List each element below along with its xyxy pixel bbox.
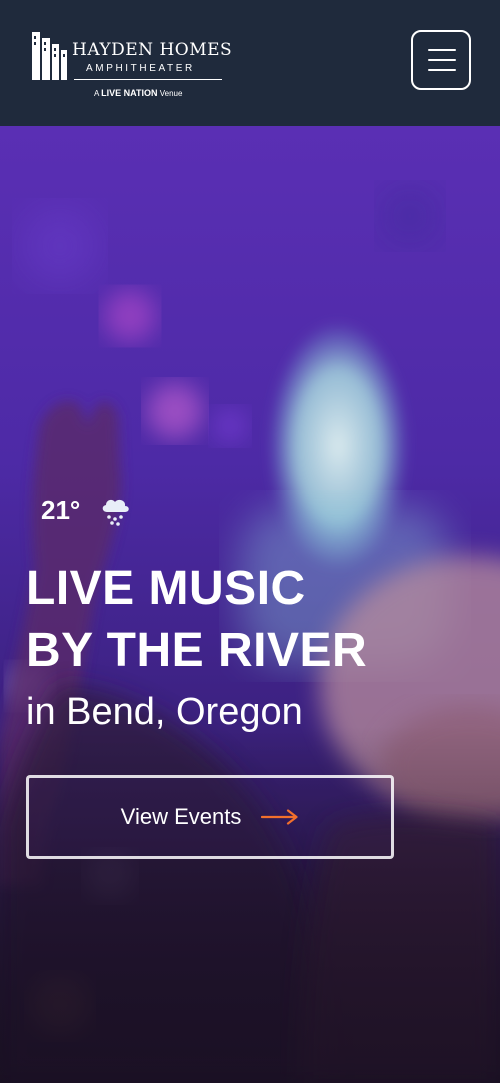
logo-subtitle: AMPHITHEATER bbox=[86, 63, 195, 74]
site-header: HAYDEN HOMES AMPHITHEATER A LIVE NATION … bbox=[0, 0, 500, 126]
logo-venue-line: A LIVE NATION Venue bbox=[94, 88, 182, 98]
page: HAYDEN HOMES AMPHITHEATER A LIVE NATION … bbox=[0, 0, 500, 1083]
logo-venue-prefix: A bbox=[94, 89, 99, 98]
weather-widget: 21° bbox=[41, 490, 132, 530]
logo-venue-brand: LIVE NATION bbox=[101, 88, 158, 98]
logo-venue-suffix: Venue bbox=[159, 89, 183, 98]
view-events-label: View Events bbox=[120, 804, 242, 829]
snow-cloud-icon bbox=[103, 499, 130, 526]
hero-subheadline: in Bend, Oregon bbox=[26, 691, 303, 733]
view-events-button[interactable]: View Events bbox=[26, 775, 394, 859]
menu-button[interactable] bbox=[411, 30, 471, 90]
hero-headline: LIVE MUSIC BY THE RIVER bbox=[26, 558, 367, 682]
venue-logo[interactable]: HAYDEN HOMES AMPHITHEATER A LIVE NATION … bbox=[30, 26, 233, 106]
logo-title: HAYDEN HOMES bbox=[72, 40, 233, 60]
hero-headline-line-2: BY THE RIVER bbox=[26, 624, 368, 677]
hero-section: 21° LIVE MUSIC BY THE RIVER in Bend, Ore… bbox=[0, 126, 500, 1083]
arrow-right-icon bbox=[261, 809, 298, 825]
weather-temperature: 21° bbox=[41, 494, 81, 525]
hero-headline-line-1: LIVE MUSIC bbox=[26, 562, 306, 615]
building-logo-icon bbox=[32, 32, 67, 80]
logo-divider bbox=[74, 79, 222, 80]
